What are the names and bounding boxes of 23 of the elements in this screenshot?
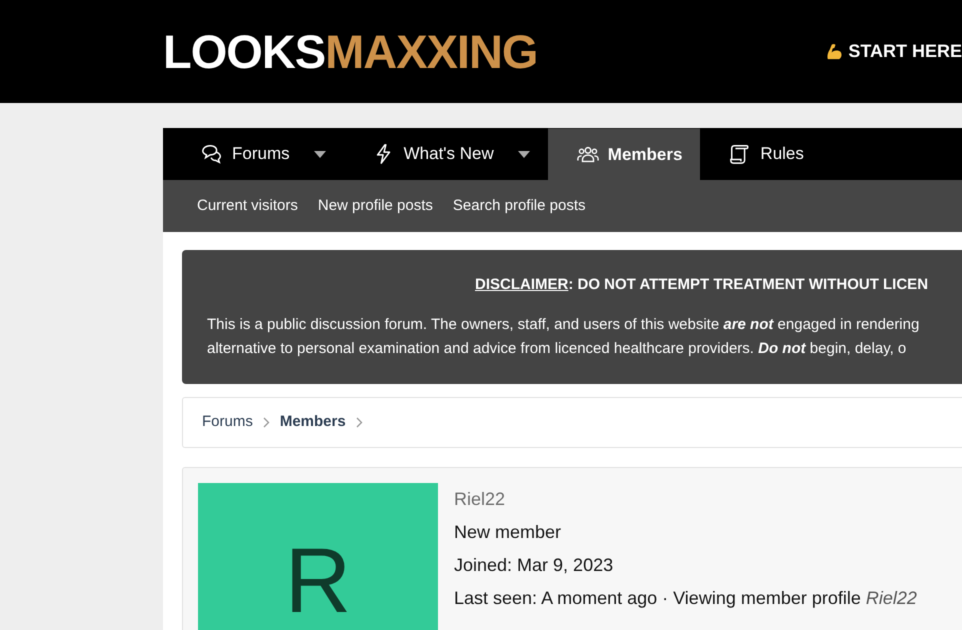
disclaimer-text: alternative to personal examination and advice from licenced healthcare providers. Do not begin, delay, o [207,338,908,358]
disclaimer-text: This is a public discussion forum. The owners, staff, and users of this website are not engaged in rendering [207,314,920,334]
joined-date: Joined: Mar 9, 2023 [454,554,614,577]
last-seen-text: Last seen: A moment ago · Viewing member profile Riel22 [454,587,917,610]
nav-tab[interactable]: Forums [163,128,344,180]
nav-tab[interactable]: Rules [700,128,822,180]
breadcrumb-link[interactable]: Forums [202,411,253,434]
member-title: New member [454,521,562,544]
chevron-icon [356,417,363,428]
nav-tab[interactable]: What's New [344,128,548,180]
disclaimer-heading: DISCLAIMER: DO NOT ATTEMPT TREATMENT WITHOUT LICEN [474,275,930,295]
sub-nav-link[interactable]: Current visitors [197,194,298,218]
sub-nav-link[interactable]: Search profile posts [452,194,586,218]
chevron-icon [262,417,270,428]
flexed-arm-icon [825,42,844,61]
breadcrumb-link[interactable]: Members [280,411,346,434]
sub-nav-link[interactable]: New profile posts [318,194,433,218]
site-logo[interactable]: LOOKSMAXXING [163,28,538,75]
chat-bubbles-icon [200,143,224,165]
nav-tab[interactable]: Members [548,128,700,180]
start-here-link[interactable]: START HERE [825,38,962,65]
avatar: R [198,483,438,630]
username-link[interactable]: Riel22 [454,489,506,509]
